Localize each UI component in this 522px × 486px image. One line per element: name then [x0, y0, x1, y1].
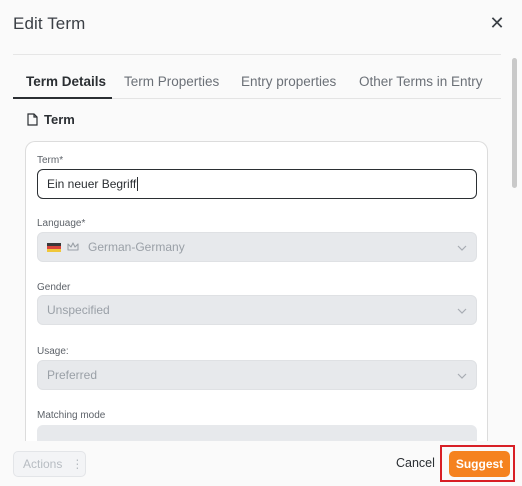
text-caret [137, 177, 139, 191]
matching-mode-label: Matching mode [37, 410, 106, 421]
usage-label: Usage: [37, 346, 69, 357]
more-vertical-icon: ⋮ [71, 457, 84, 471]
close-icon[interactable]: ✕ [488, 14, 506, 32]
term-form-card: Term* Ein neuer Begriff Language* German… [25, 141, 488, 441]
active-tab-indicator [13, 97, 112, 99]
term-label: Term* [37, 155, 64, 166]
suggest-button[interactable]: Suggest [449, 451, 510, 477]
matching-mode-select[interactable] [37, 425, 477, 441]
tab-bar: Term Details Term Properties Entry prope… [13, 66, 501, 99]
language-select[interactable]: German-Germany [37, 232, 477, 262]
tab-other-terms-in-entry[interactable]: Other Terms in Entry [359, 74, 483, 89]
tab-entry-properties[interactable]: Entry properties [241, 74, 336, 89]
german-flag-icon [47, 242, 61, 252]
gender-value: Unspecified [47, 303, 110, 317]
edit-term-dialog: Edit Term ✕ Term Details Term Properties… [0, 0, 522, 486]
section-title: Term [44, 111, 75, 127]
tab-term-properties[interactable]: Term Properties [124, 74, 219, 89]
actions-button[interactable]: Actions ⋮ [13, 451, 86, 477]
usage-select[interactable]: Preferred [37, 360, 477, 390]
chevron-down-icon [457, 308, 467, 314]
usage-value: Preferred [47, 368, 98, 382]
language-label: Language* [37, 218, 86, 229]
document-icon [27, 112, 38, 126]
chevron-down-icon [457, 373, 467, 379]
actions-label: Actions [23, 457, 63, 471]
header-divider [13, 54, 501, 55]
tab-term-details[interactable]: Term Details [26, 74, 106, 89]
language-value: German-Germany [88, 240, 185, 254]
chevron-down-icon [457, 245, 467, 251]
cancel-button[interactable]: Cancel [396, 456, 435, 470]
gender-label: Gender [37, 282, 71, 293]
gender-select[interactable]: Unspecified [37, 295, 477, 325]
vertical-scrollbar[interactable] [512, 58, 517, 188]
crown-icon [67, 242, 79, 251]
section-header-term: Term [27, 111, 75, 127]
dialog-title: Edit Term [13, 14, 86, 33]
term-input[interactable]: Ein neuer Begriff [37, 169, 477, 199]
term-input-value: Ein neuer Begriff [47, 177, 137, 191]
dialog-footer: Actions ⋮ Cancel Suggest [0, 441, 522, 486]
